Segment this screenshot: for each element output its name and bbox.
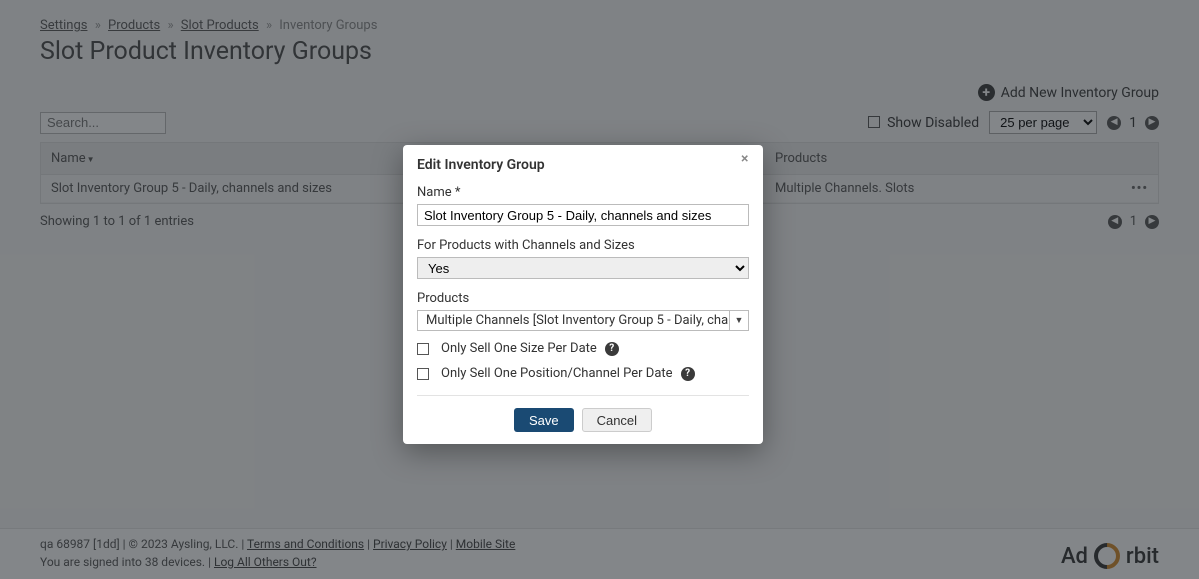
only-one-position-checkbox[interactable]	[417, 368, 429, 380]
only-one-size-label: Only Sell One Size Per Date	[441, 341, 597, 356]
name-label: Name *	[417, 185, 749, 200]
only-one-position-label: Only Sell One Position/Channel Per Date	[441, 366, 673, 381]
modal-close-button[interactable]: ×	[741, 151, 753, 163]
name-input[interactable]	[417, 204, 749, 226]
modal-title: Edit Inventory Group	[417, 157, 545, 173]
cancel-button[interactable]: Cancel	[582, 408, 652, 432]
save-button[interactable]: Save	[514, 408, 574, 432]
channels-sizes-select[interactable]: Yes	[417, 257, 749, 279]
only-one-size-checkbox[interactable]	[417, 343, 429, 355]
help-icon[interactable]: ?	[605, 342, 619, 356]
products-combobox[interactable]: Multiple Channels [Slot Inventory Group …	[417, 310, 749, 331]
products-combobox-toggle[interactable]: ▼	[729, 310, 749, 331]
channels-sizes-label: For Products with Channels and Sizes	[417, 238, 749, 253]
help-icon[interactable]: ?	[681, 367, 695, 381]
products-label: Products	[417, 291, 749, 306]
edit-inventory-group-modal: Edit Inventory Group × Name * For Produc…	[403, 145, 763, 444]
products-combobox-input[interactable]: Multiple Channels [Slot Inventory Group …	[417, 310, 729, 331]
